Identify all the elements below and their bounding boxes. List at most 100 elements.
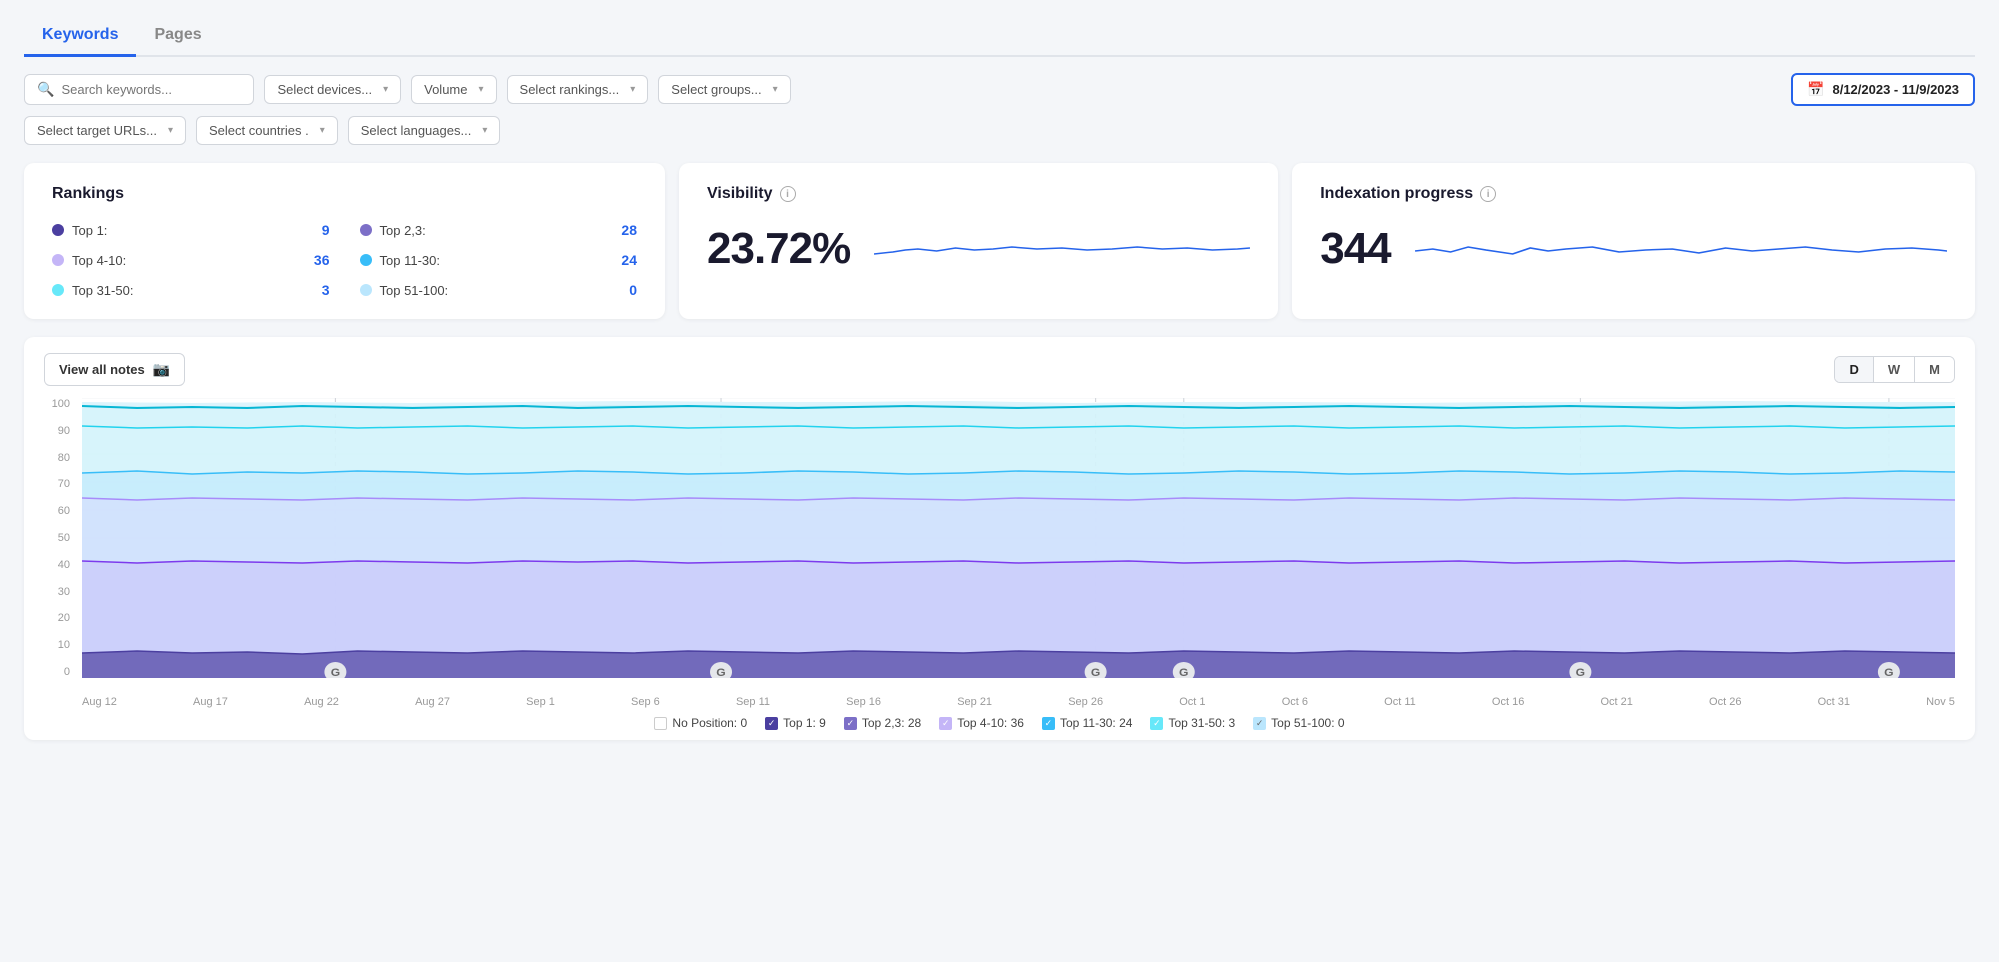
x-label-oct16: Oct 16 [1492,696,1524,708]
indexation-card: Indexation progress i 344 [1292,163,1975,319]
ranking-label-top1130: Top 11-30: [380,253,614,268]
legend-label-no-position: No Position: 0 [672,716,747,730]
ranking-row-top410: Top 4-10: 36 [52,249,330,271]
legend-top3150[interactable]: ✓ Top 31-50: 3 [1150,716,1235,730]
rankings-grid: Top 1: 9 Top 2,3: 28 Top 4-10: 36 Top 11… [52,219,637,301]
legend-no-position[interactable]: No Position: 0 [654,716,747,730]
svg-text:G: G [716,667,725,678]
rankings-title: Rankings [52,185,637,203]
view-all-notes-button[interactable]: View all notes 📷 [44,353,185,386]
view-all-notes-label: View all notes [59,362,145,377]
ranking-value-top1: 9 [322,222,330,238]
volume-filter[interactable]: Volume ▾ [411,75,496,104]
chart-section: View all notes 📷 D W M 0 10 20 30 40 50 … [24,337,1975,740]
search-input[interactable] [61,82,241,97]
y-label-10: 10 [44,639,74,651]
ranking-value-top51100: 0 [629,282,637,298]
period-btn-d[interactable]: D [1835,357,1873,382]
search-icon: 🔍 [37,81,54,98]
main-container: Keywords Pages 🔍 Select devices... ▾ Vol… [0,0,1999,962]
visibility-body: 23.72% [707,219,1250,279]
legend-checkbox-top1130[interactable]: ✓ [1042,717,1055,730]
ranking-label-top23: Top 2,3: [380,223,614,238]
legend-checkbox-top410[interactable]: ✓ [939,717,952,730]
ranking-value-top410: 36 [314,252,330,268]
legend-checkbox-no-position[interactable] [654,717,667,730]
legend-checkbox-top1[interactable]: ✓ [765,717,778,730]
legend-top410[interactable]: ✓ Top 4-10: 36 [939,716,1024,730]
tabs-bar: Keywords Pages [24,16,1975,57]
tab-pages[interactable]: Pages [136,16,219,57]
y-label-30: 30 [44,586,74,598]
x-label-aug27: Aug 27 [415,696,450,708]
chart-y-labels: 0 10 20 30 40 50 60 70 80 90 100 [44,398,74,678]
calendar-icon: 📅 [1807,81,1824,98]
legend-checkbox-top51100[interactable]: ✓ [1253,717,1266,730]
indexation-title: Indexation progress i [1320,185,1947,203]
y-label-40: 40 [44,559,74,571]
chevron-down-icon: ▾ [630,84,635,95]
legend-checkbox-top3150[interactable]: ✓ [1150,717,1163,730]
legend-checkbox-top23[interactable]: ✓ [844,717,857,730]
groups-filter[interactable]: Select groups... ▾ [658,75,790,104]
chevron-down-icon: ▾ [383,84,388,95]
ranking-row-top23: Top 2,3: 28 [360,219,638,241]
legend-label-top23: Top 2,3: 28 [862,716,921,730]
period-btn-w[interactable]: W [1874,357,1915,382]
visibility-card: Visibility i 23.72% [679,163,1278,319]
languages-label: Select languages... [361,123,472,138]
chevron-down-icon: ▾ [773,84,778,95]
languages-filter[interactable]: Select languages... ▾ [348,116,501,145]
chart-header: View all notes 📷 D W M [44,353,1955,386]
legend-top1[interactable]: ✓ Top 1: 9 [765,716,826,730]
ranking-label-top410: Top 4-10: [72,253,306,268]
x-label-oct1: Oct 1 [1179,696,1205,708]
period-buttons: D W M [1834,356,1955,383]
visibility-sparkline [874,219,1250,279]
chevron-down-icon: ▾ [320,125,325,136]
x-label-sep21: Sep 21 [957,696,992,708]
period-btn-m[interactable]: M [1915,357,1954,382]
chevron-down-icon: ▾ [479,84,484,95]
svg-text:G: G [1179,667,1188,678]
countries-label: Select countries . [209,123,309,138]
date-range-picker[interactable]: 📅 8/12/2023 - 11/9/2023 [1791,73,1975,106]
legend-top51100[interactable]: ✓ Top 51-100: 0 [1253,716,1344,730]
visibility-title: Visibility i [707,185,1250,203]
y-label-70: 70 [44,478,74,490]
x-label-nov5: Nov 5 [1926,696,1955,708]
dot-top23 [360,224,372,236]
chart-area: G G G G G G [82,398,1955,678]
search-keywords-input[interactable]: 🔍 [24,74,254,105]
x-label-oct31: Oct 31 [1818,696,1850,708]
y-label-50: 50 [44,532,74,544]
date-range-value: 8/12/2023 - 11/9/2023 [1832,82,1959,97]
ranking-label-top3150: Top 31-50: [72,283,314,298]
legend-top1130[interactable]: ✓ Top 11-30: 24 [1042,716,1133,730]
x-label-aug22: Aug 22 [304,696,339,708]
svg-text:G: G [1576,667,1585,678]
target-urls-label: Select target URLs... [37,123,157,138]
rankings-filter[interactable]: Select rankings... ▾ [507,75,649,104]
svg-text:G: G [1884,667,1893,678]
target-urls-filter[interactable]: Select target URLs... ▾ [24,116,186,145]
groups-label: Select groups... [671,82,761,97]
y-label-100: 100 [44,398,74,410]
countries-filter[interactable]: Select countries . ▾ [196,116,338,145]
devices-filter[interactable]: Select devices... ▾ [264,75,401,104]
x-label-oct21: Oct 21 [1600,696,1632,708]
indexation-value: 344 [1320,224,1390,274]
tab-keywords[interactable]: Keywords [24,16,136,57]
x-label-oct26: Oct 26 [1709,696,1741,708]
y-label-20: 20 [44,612,74,624]
indexation-info-icon[interactable]: i [1480,186,1496,202]
ranking-value-top3150: 3 [322,282,330,298]
legend-top23[interactable]: ✓ Top 2,3: 28 [844,716,921,730]
visibility-info-icon[interactable]: i [780,186,796,202]
x-label-sep6: Sep 6 [631,696,660,708]
dot-top1 [52,224,64,236]
ranking-value-top1130: 24 [621,252,637,268]
y-label-90: 90 [44,425,74,437]
dot-top3150 [52,284,64,296]
x-label-sep16: Sep 16 [846,696,881,708]
